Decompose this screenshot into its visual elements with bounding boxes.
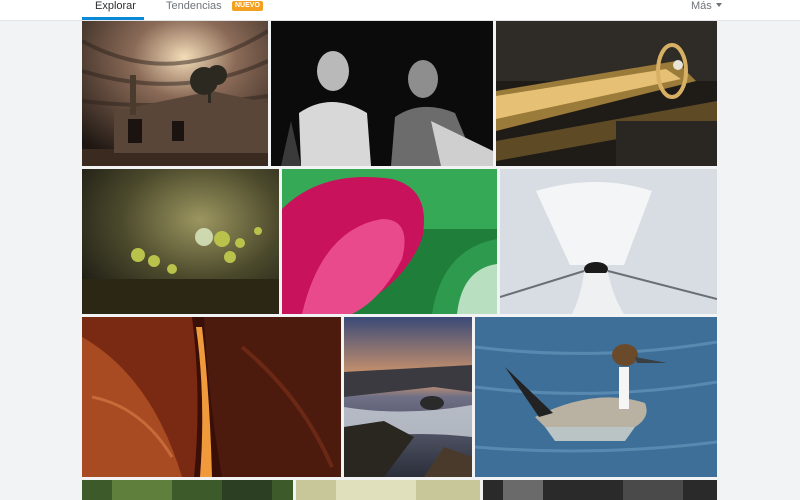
photo-shack[interactable]: [82, 21, 268, 166]
photo-coast[interactable]: [344, 317, 472, 477]
tab-tendencias[interactable]: Tendencias: [166, 0, 222, 20]
photo-droplet[interactable]: [82, 169, 279, 314]
photo-partial-yellow[interactable]: [296, 480, 480, 500]
photo-canyon[interactable]: [82, 317, 341, 477]
active-tab-indicator: [82, 17, 144, 20]
photo-partial-green[interactable]: [82, 480, 293, 500]
top-nav: Explorar Tendencias NUEVO Más: [0, 0, 800, 21]
chevron-down-icon: [715, 3, 722, 7]
photo-duck[interactable]: [475, 317, 717, 477]
new-badge: NUEVO: [232, 1, 263, 11]
photo-partial-dark[interactable]: [483, 480, 717, 500]
more-menu-label: Más: [691, 0, 712, 12]
photo-ring[interactable]: [496, 21, 717, 166]
photo-portrait[interactable]: [271, 21, 493, 166]
photo-tulle[interactable]: [500, 169, 717, 314]
photo-fabric[interactable]: [282, 169, 497, 314]
more-menu-button[interactable]: Más: [691, 0, 722, 12]
